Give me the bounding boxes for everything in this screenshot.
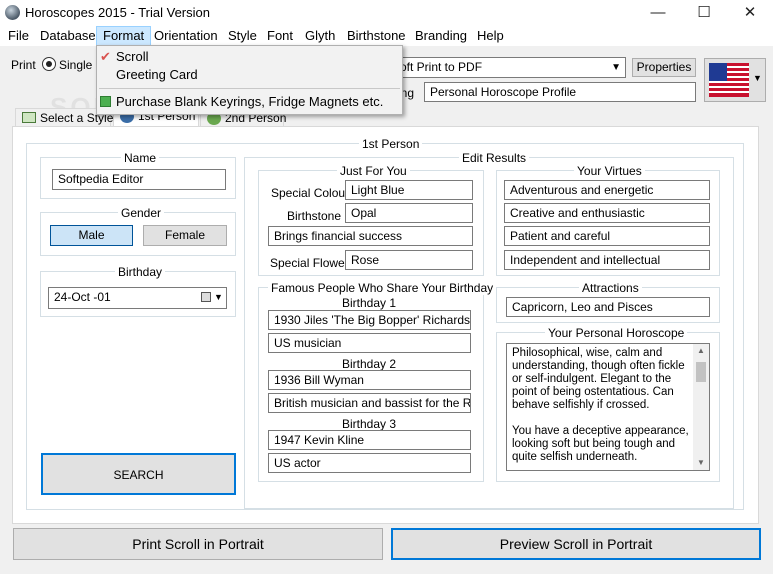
menu-separator [99,88,400,89]
edit-results-title: Edit Results [459,151,530,165]
birthday-3-label: Birthday 3 [342,417,397,431]
menu-database[interactable]: Database [34,26,102,46]
horoscope-line-2: understanding, though often fickle [512,360,685,372]
maximize-button[interactable]: ☐ [681,0,727,26]
horoscope-textarea[interactable]: Philosophical, wise, calm and understand… [506,343,710,471]
horoscope-line-9: quite selfish underneath. [512,451,638,463]
birthday-2-label: Birthday 2 [342,357,397,371]
scroll-down-icon[interactable]: ▼ [697,458,705,467]
menu-help[interactable]: Help [471,26,510,46]
name-label: Name [121,151,160,165]
horoscope-line-4: point of being ostentatious. Can [512,386,674,398]
virtues-title: Your Virtues [574,164,645,178]
language-flag-button[interactable]: ▼ [704,58,766,102]
horoscope-line-7: You have a deceptive appearance, [512,425,689,437]
special-colour-label: Special Colour [271,186,350,200]
horoscope-line-5: behave selfishly if crossed. [512,399,650,411]
virtue-field-1[interactable]: Adventurous and energetic [504,180,710,200]
virtue-field-4[interactable]: Independent and intellectual [504,250,710,270]
female-button[interactable]: Female [143,225,227,246]
printer-value: oft Print to PDF [400,60,483,74]
menu-branding[interactable]: Branding [409,26,473,46]
name-input[interactable]: Softpedia Editor [52,169,226,190]
chevron-down-icon: ▼ [611,62,621,73]
print-label: Print [11,58,36,72]
menu-style[interactable]: Style [222,26,263,46]
menu-file[interactable]: File [2,26,35,46]
properties-button[interactable]: Properties [632,58,696,77]
format-dropdown-menu: ✔ Scroll Greeting Card Purchase Blank Ke… [96,45,403,115]
attractions-title: Attractions [579,281,642,295]
male-button[interactable]: Male [50,225,133,246]
horoscope-line-1: Philosophical, wise, calm and [512,347,663,359]
birthday-1-label: Birthday 1 [342,296,397,310]
horoscope-line-8: looking soft but being tough and [512,438,676,450]
horoscope-line-3: or self-indulgent. Elegant to the [512,373,672,385]
format-menu-greeting-card[interactable]: Greeting Card [97,66,402,84]
us-flag-icon [709,63,749,97]
birthday-1-name-field[interactable]: 1930 Jiles 'The Big Bopper' Richardson [268,310,471,330]
menu-format[interactable]: Format [96,26,152,46]
radio-dot-icon [46,61,52,67]
attractions-field[interactable]: Capricorn, Leo and Pisces [506,297,710,317]
gender-label: Gender [118,206,165,220]
horoscope-text: Philosophical, wise, calm and understand… [512,347,692,464]
menu-bar: File Database Format Orientation Style F… [0,26,773,46]
person-section-title: 1st Person [359,137,423,151]
birthday-3-desc-field[interactable]: US actor [268,453,471,473]
heading-field[interactable]: Personal Horoscope Profile [424,82,696,102]
format-menu-purchase[interactable]: Purchase Blank Keyrings, Fridge Magnets … [97,93,402,111]
special-flower-label: Special Flower [270,256,349,270]
close-button[interactable]: ✕ [727,0,773,26]
title-bar: Horoscopes 2015 - Trial Version — ☐ ✕ [0,0,773,26]
preview-scroll-button[interactable]: Preview Scroll in Portrait [391,528,761,560]
printer-select[interactable]: oft Print to PDF ▼ [394,57,626,78]
birthstone-label: Birthstone [287,209,342,223]
birthday-value: 24-Oct -01 [54,290,111,304]
birthday-2-name-field[interactable]: 1936 Bill Wyman [268,370,471,390]
single-radio[interactable] [42,57,56,71]
horoscope-title: Your Personal Horoscope [545,326,688,340]
purchase-icon [100,96,111,107]
birthday-1-desc-field[interactable]: US musician [268,333,471,353]
extra-field[interactable]: Brings financial success [268,226,473,246]
checkmark-icon: ✔ [100,49,111,64]
menu-glyth[interactable]: Glyth [299,26,341,46]
style-tab-icon [22,112,36,123]
flag-chevron-icon: ▼ [753,73,762,83]
birthday-chevron-icon: ▼ [214,292,223,302]
format-menu-scroll-label: Scroll [116,49,149,64]
menu-birthstone[interactable]: Birthstone [341,26,412,46]
virtue-field-2[interactable]: Creative and enthusiastic [504,203,710,223]
famous-people-title: Famous People Who Share Your Birthday [268,281,497,295]
scroll-up-icon[interactable]: ▲ [697,346,705,355]
horoscope-scrollbar[interactable]: ▲ ▼ [693,344,709,470]
birthday-picker[interactable]: 24-Oct -01 ▼ [48,287,227,309]
app-icon [5,5,20,20]
window-title: Horoscopes 2015 - Trial Version [25,5,210,20]
format-menu-scroll[interactable]: ✔ Scroll [97,48,402,66]
special-flower-field[interactable]: Rose [345,250,473,270]
birthday-2-desc-field[interactable]: British musician and bassist for the Rol… [268,393,471,413]
print-scroll-button[interactable]: Print Scroll in Portrait [13,528,383,560]
just-for-you-title: Just For You [337,164,410,178]
menu-font[interactable]: Font [261,26,299,46]
virtue-field-3[interactable]: Patient and careful [504,226,710,246]
birthstone-field[interactable]: Opal [345,203,473,223]
birthday-3-name-field[interactable]: 1947 Kevin Kline [268,430,471,450]
minimize-button[interactable]: — [635,0,681,26]
calendar-icon [201,292,211,302]
special-colour-field[interactable]: Light Blue [345,180,473,200]
scroll-thumb[interactable] [696,362,706,382]
format-menu-purchase-label: Purchase Blank Keyrings, Fridge Magnets … [116,94,384,109]
menu-orientation[interactable]: Orientation [148,26,224,46]
horoscope-line-6 [512,412,692,425]
birthday-label: Birthday [115,265,166,279]
search-button[interactable]: SEARCH [41,453,236,495]
